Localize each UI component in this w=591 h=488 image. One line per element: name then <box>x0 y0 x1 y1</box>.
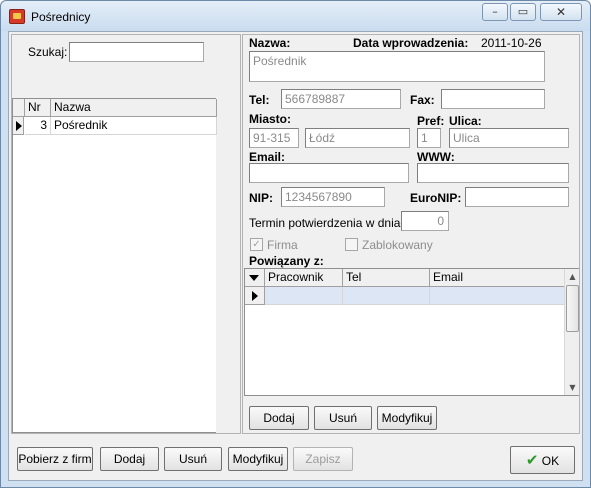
list-cell-nazwa[interactable]: Pośrednik <box>51 117 217 135</box>
termin-label: Termin potwierdzenia w dniach: <box>249 216 417 230</box>
linked-cell-email[interactable] <box>430 287 565 305</box>
search-input[interactable] <box>69 42 204 62</box>
linked-header-pracownik[interactable]: Pracownik <box>265 269 343 287</box>
current-row-arrow-icon <box>16 121 22 131</box>
list-cell-nr[interactable]: 3 <box>25 117 51 135</box>
tel-field[interactable]: 566789887 <box>281 89 401 109</box>
miasto-label: Miasto: <box>249 112 291 126</box>
kod-pocztowy-field[interactable]: 91-315 <box>249 128 299 148</box>
data-wprowadzenia-value: 2011-10-26 <box>481 36 542 50</box>
zablokowany-checkbox[interactable] <box>345 238 358 251</box>
email-field[interactable] <box>249 163 409 183</box>
pref-label: Pref: <box>417 114 445 128</box>
firma-label: Firma <box>267 238 298 252</box>
current-row-arrow-icon <box>252 291 258 301</box>
miasto-field[interactable]: Łódź <box>305 128 410 148</box>
euronip-field[interactable] <box>465 187 569 207</box>
www-label: WWW: <box>417 150 455 164</box>
search-label: Szukaj: <box>28 45 68 59</box>
fax-field[interactable] <box>441 89 545 109</box>
pref-field[interactable]: 1 <box>417 128 441 148</box>
check-icon: ✔ <box>525 451 539 469</box>
app-icon <box>9 9 25 24</box>
linked-header-email[interactable]: Email <box>430 269 565 287</box>
linked-header-tel[interactable]: Tel <box>343 269 430 287</box>
window: Pośrednicy – ▭ ✕ Szukaj: Nr Nazwa 3 Pośr… <box>0 0 591 488</box>
nip-label: NIP: <box>249 191 273 205</box>
client-area: Szukaj: Nr Nazwa 3 Pośrednik Nazwa: Data… <box>8 31 583 481</box>
list-grid: Nr Nazwa 3 Pośrednik <box>12 98 217 433</box>
title-bar[interactable]: Pośrednicy – ▭ ✕ <box>1 1 590 31</box>
list-panel: Szukaj: Nr Nazwa 3 Pośrednik <box>11 34 241 434</box>
window-title: Pośrednicy <box>31 10 91 24</box>
linked-grid: Pracownik Tel Email ▲ ▼ <box>244 268 579 396</box>
linked-cell-pracownik[interactable] <box>265 287 343 305</box>
fetch-from-firms-button[interactable]: Pobierz z firm <box>17 447 93 471</box>
data-wprowadzenia-label: Data wprowadzenia: <box>353 36 469 50</box>
termin-field[interactable]: 0 <box>401 211 449 231</box>
scroll-down-icon[interactable]: ▼ <box>565 380 580 395</box>
ulica-field[interactable]: Ulica <box>449 128 569 148</box>
dropdown-arrow-icon <box>249 275 259 281</box>
ok-button[interactable]: ✔ OK <box>510 446 575 474</box>
firma-checkbox[interactable]: ✓ <box>250 238 263 251</box>
scroll-thumb[interactable] <box>566 285 579 332</box>
nip-field[interactable]: 1234567890 <box>281 187 385 207</box>
detail-panel: Nazwa: Data wprowadzenia: 2011-10-26 Poś… <box>242 34 580 434</box>
linked-scrollbar[interactable]: ▲ ▼ <box>564 269 579 395</box>
linked-header-menu[interactable] <box>245 269 265 287</box>
nazwa-label: Nazwa: <box>249 36 291 50</box>
maximize-button[interactable]: ▭ <box>510 3 536 21</box>
tel-label: Tel: <box>249 93 270 107</box>
list-header-nazwa[interactable]: Nazwa <box>51 99 217 117</box>
delete-button[interactable]: Usuń <box>164 447 222 471</box>
list-header-corner <box>13 99 25 117</box>
linked-modify-button[interactable]: Modyfikuj <box>377 406 437 430</box>
linked-add-button[interactable]: Dodaj <box>249 406 309 430</box>
ulica-label: Ulica: <box>449 114 482 128</box>
linked-delete-button[interactable]: Usuń <box>314 406 372 430</box>
linked-row-indicator[interactable] <box>245 287 265 305</box>
powiazany-label: Powiązany z: <box>249 254 324 268</box>
save-button[interactable]: Zapisz <box>293 447 353 471</box>
linked-cell-tel[interactable] <box>343 287 430 305</box>
zablokowany-label: Zablokowany <box>362 238 433 252</box>
www-field[interactable] <box>417 163 569 183</box>
list-header-nr[interactable]: Nr <box>25 99 51 117</box>
nazwa-field[interactable]: Pośrednik <box>249 51 545 82</box>
scroll-up-icon[interactable]: ▲ <box>565 269 580 284</box>
email-label: Email: <box>249 150 286 164</box>
euronip-label: EuroNIP: <box>410 191 462 205</box>
fax-label: Fax: <box>410 93 435 107</box>
ok-button-label: OK <box>541 454 560 468</box>
modify-button[interactable]: Modyfikuj <box>228 447 288 471</box>
add-button[interactable]: Dodaj <box>100 447 159 471</box>
minimize-button[interactable]: – <box>482 3 508 21</box>
row-indicator[interactable] <box>13 117 24 135</box>
close-button[interactable]: ✕ <box>540 3 582 21</box>
